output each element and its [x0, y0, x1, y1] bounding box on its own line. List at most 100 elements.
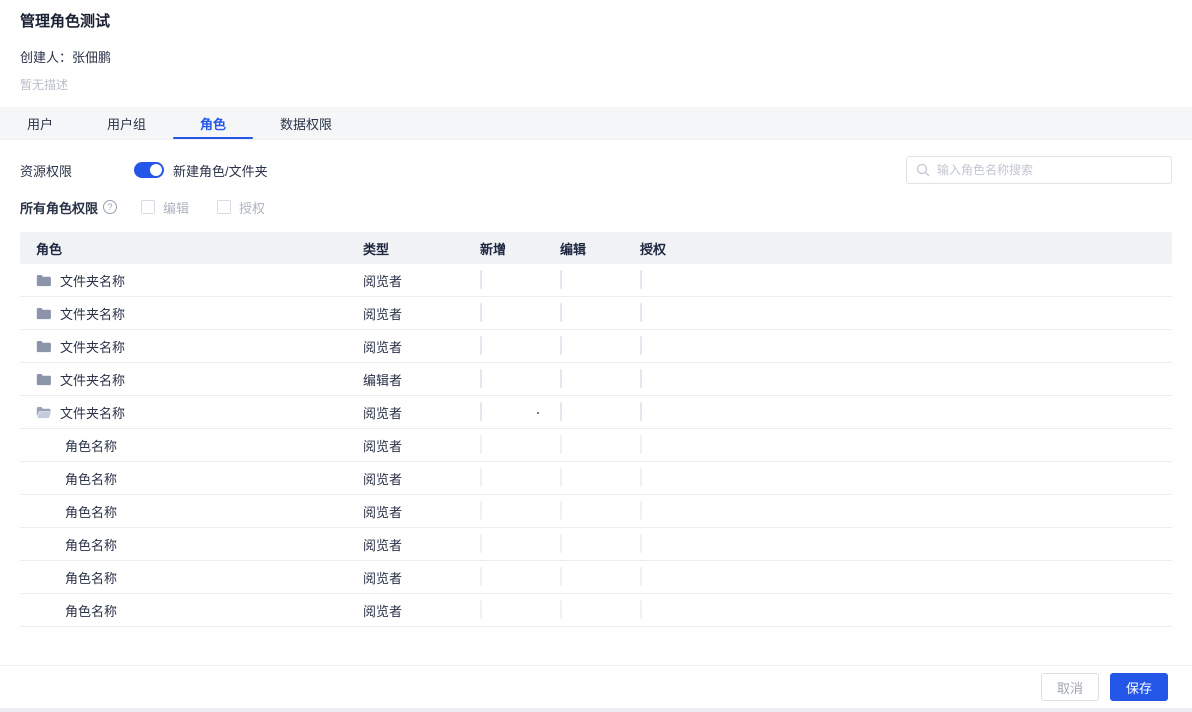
table-row[interactable]: 角色名称 阅览者 — [20, 528, 1172, 561]
tab-users[interactable]: 用户 — [0, 107, 80, 139]
auth-checkbox[interactable] — [640, 600, 642, 619]
add-checkbox[interactable] — [480, 402, 482, 421]
edit-checkbox[interactable] — [560, 600, 562, 619]
auth-checkbox[interactable] — [217, 200, 232, 214]
row-type: 阅览者 — [363, 603, 403, 619]
row-name: 文件夹名称 — [60, 339, 126, 355]
table-row[interactable]: 角色名称 阅览者 — [20, 429, 1172, 462]
table-row[interactable]: 文件夹名称 编辑者 — [20, 363, 1172, 396]
add-checkbox[interactable] — [480, 468, 482, 487]
table-row[interactable]: 文件夹名称 阅览者 — [20, 264, 1172, 297]
edit-checkbox[interactable] — [560, 435, 562, 454]
toggle-knob — [150, 164, 163, 176]
table-row[interactable]: 文件夹名称 阅览者 — [20, 297, 1172, 330]
add-checkbox[interactable] — [480, 567, 482, 586]
edit-checkbox[interactable] — [560, 303, 562, 322]
edit-checkbox-group: 编辑 — [141, 198, 189, 217]
edit-checkbox[interactable] — [560, 567, 562, 586]
add-checkbox[interactable] — [480, 369, 482, 388]
edit-checkbox[interactable] — [560, 369, 562, 388]
edit-checkbox[interactable] — [560, 501, 562, 520]
help-icon[interactable]: ? — [103, 200, 118, 214]
column-header-edit: 编辑 — [560, 241, 587, 257]
edit-checkbox[interactable] — [560, 534, 562, 553]
dialog-footer: 取消 保存 — [0, 665, 1192, 708]
add-checkbox[interactable] — [480, 270, 482, 289]
bottom-divider — [0, 708, 1192, 712]
auth-checkbox-group: 授权 — [217, 198, 265, 217]
tab-roles[interactable]: 角色 — [173, 107, 254, 139]
table-row[interactable]: 角色名称 阅览者 — [20, 462, 1172, 495]
auth-checkbox[interactable] — [640, 534, 642, 553]
row-name: 角色名称 — [65, 471, 118, 487]
edit-checkbox[interactable] — [560, 336, 562, 355]
column-header-type: 类型 — [363, 241, 390, 257]
add-checkbox[interactable] — [480, 534, 482, 553]
row-type: 阅览者 — [363, 504, 403, 520]
auth-checkbox[interactable] — [640, 336, 642, 355]
auth-checkbox[interactable] — [640, 567, 642, 586]
edit-checkbox[interactable] — [560, 402, 562, 421]
new-role-toggle-label: 新建角色/文件夹 — [173, 163, 268, 179]
add-checkbox[interactable] — [480, 600, 482, 619]
auth-checkbox[interactable] — [640, 468, 642, 487]
cancel-button[interactable]: 取消 — [1040, 673, 1099, 701]
table-row[interactable]: 文件夹名称 阅览者 — [20, 330, 1172, 363]
add-checkbox[interactable] — [480, 303, 482, 322]
table-row[interactable]: 角色名称 阅览者 — [20, 561, 1172, 594]
auth-checkbox[interactable] — [640, 402, 642, 421]
edit-checkbox-label: 编辑 — [163, 200, 190, 216]
all-roles-permission-label: 所有角色权限 — [20, 200, 99, 216]
row-name: 文件夹名称 — [60, 372, 126, 388]
table-header: 角色 类型 新增 编辑 授权 — [20, 232, 1172, 264]
row-name: 角色名称 — [65, 504, 118, 520]
row-type: 阅览者 — [363, 306, 403, 322]
row-name: 角色名称 — [65, 438, 118, 454]
row-name: 文件夹名称 — [60, 273, 126, 289]
search-input[interactable] — [906, 156, 1172, 184]
table-row[interactable]: 文件夹名称 阅览者 — [20, 396, 1172, 429]
add-checkbox[interactable] — [480, 336, 482, 355]
column-header-role: 角色 — [36, 241, 63, 257]
column-header-add: 新增 — [480, 241, 507, 257]
tab-bar: 用户 用户组 角色 数据权限 — [0, 107, 1192, 140]
row-name: 角色名称 — [65, 603, 118, 619]
dialog-header: 管理角色测试 创建人：张佃鹏 暂无描述 — [0, 0, 1192, 93]
column-header-auth: 授权 — [640, 241, 667, 257]
add-checkbox[interactable] — [480, 435, 482, 454]
row-name: 角色名称 — [65, 570, 118, 586]
add-checkbox[interactable] — [480, 501, 482, 520]
page-title: 管理角色测试 — [20, 13, 111, 30]
auth-checkbox[interactable] — [640, 435, 642, 454]
folder-closed-icon — [36, 274, 52, 287]
row-name: 角色名称 — [65, 537, 118, 553]
row-name: 文件夹名称 — [60, 405, 126, 421]
table-body: 文件夹名称 阅览者 文件夹名称 阅览者 文件夹名称 阅览者 文件夹名称 编辑者 — [20, 264, 1172, 627]
auth-checkbox[interactable] — [640, 303, 642, 322]
manage-role-dialog: 管理角色测试 创建人：张佃鹏 暂无描述 用户 用户组 角色 数据权限 资源权限 … — [0, 0, 1192, 712]
search-icon — [916, 163, 930, 177]
table-row[interactable]: 角色名称 阅览者 — [20, 495, 1172, 528]
auth-checkbox[interactable] — [640, 270, 642, 289]
table-row[interactable]: 角色名称 阅览者 — [20, 594, 1172, 627]
row-type: 阅览者 — [363, 471, 403, 487]
row-type: 阅览者 — [363, 405, 403, 421]
stray-dot — [537, 412, 539, 414]
row-type: 阅览者 — [363, 570, 403, 586]
row-type: 阅览者 — [363, 339, 403, 355]
save-button[interactable]: 保存 — [1109, 673, 1168, 701]
new-role-toggle[interactable] — [134, 162, 165, 178]
auth-checkbox-label: 授权 — [239, 200, 266, 216]
edit-checkbox[interactable] — [141, 200, 156, 214]
tab-data-permissions[interactable]: 数据权限 — [253, 107, 359, 139]
row-type: 阅览者 — [363, 273, 403, 289]
auth-checkbox[interactable] — [640, 501, 642, 520]
tab-user-groups[interactable]: 用户组 — [80, 107, 173, 139]
folder-closed-icon — [36, 307, 52, 320]
description-text: 暂无描述 — [20, 78, 69, 92]
auth-checkbox[interactable] — [640, 369, 642, 388]
edit-checkbox[interactable] — [560, 468, 562, 487]
folder-closed-icon — [36, 340, 52, 353]
edit-checkbox[interactable] — [560, 270, 562, 289]
roles-table: 角色 类型 新增 编辑 授权 文件夹名称 阅览者 文件夹名称 阅览者 文件夹名称 — [20, 232, 1172, 627]
